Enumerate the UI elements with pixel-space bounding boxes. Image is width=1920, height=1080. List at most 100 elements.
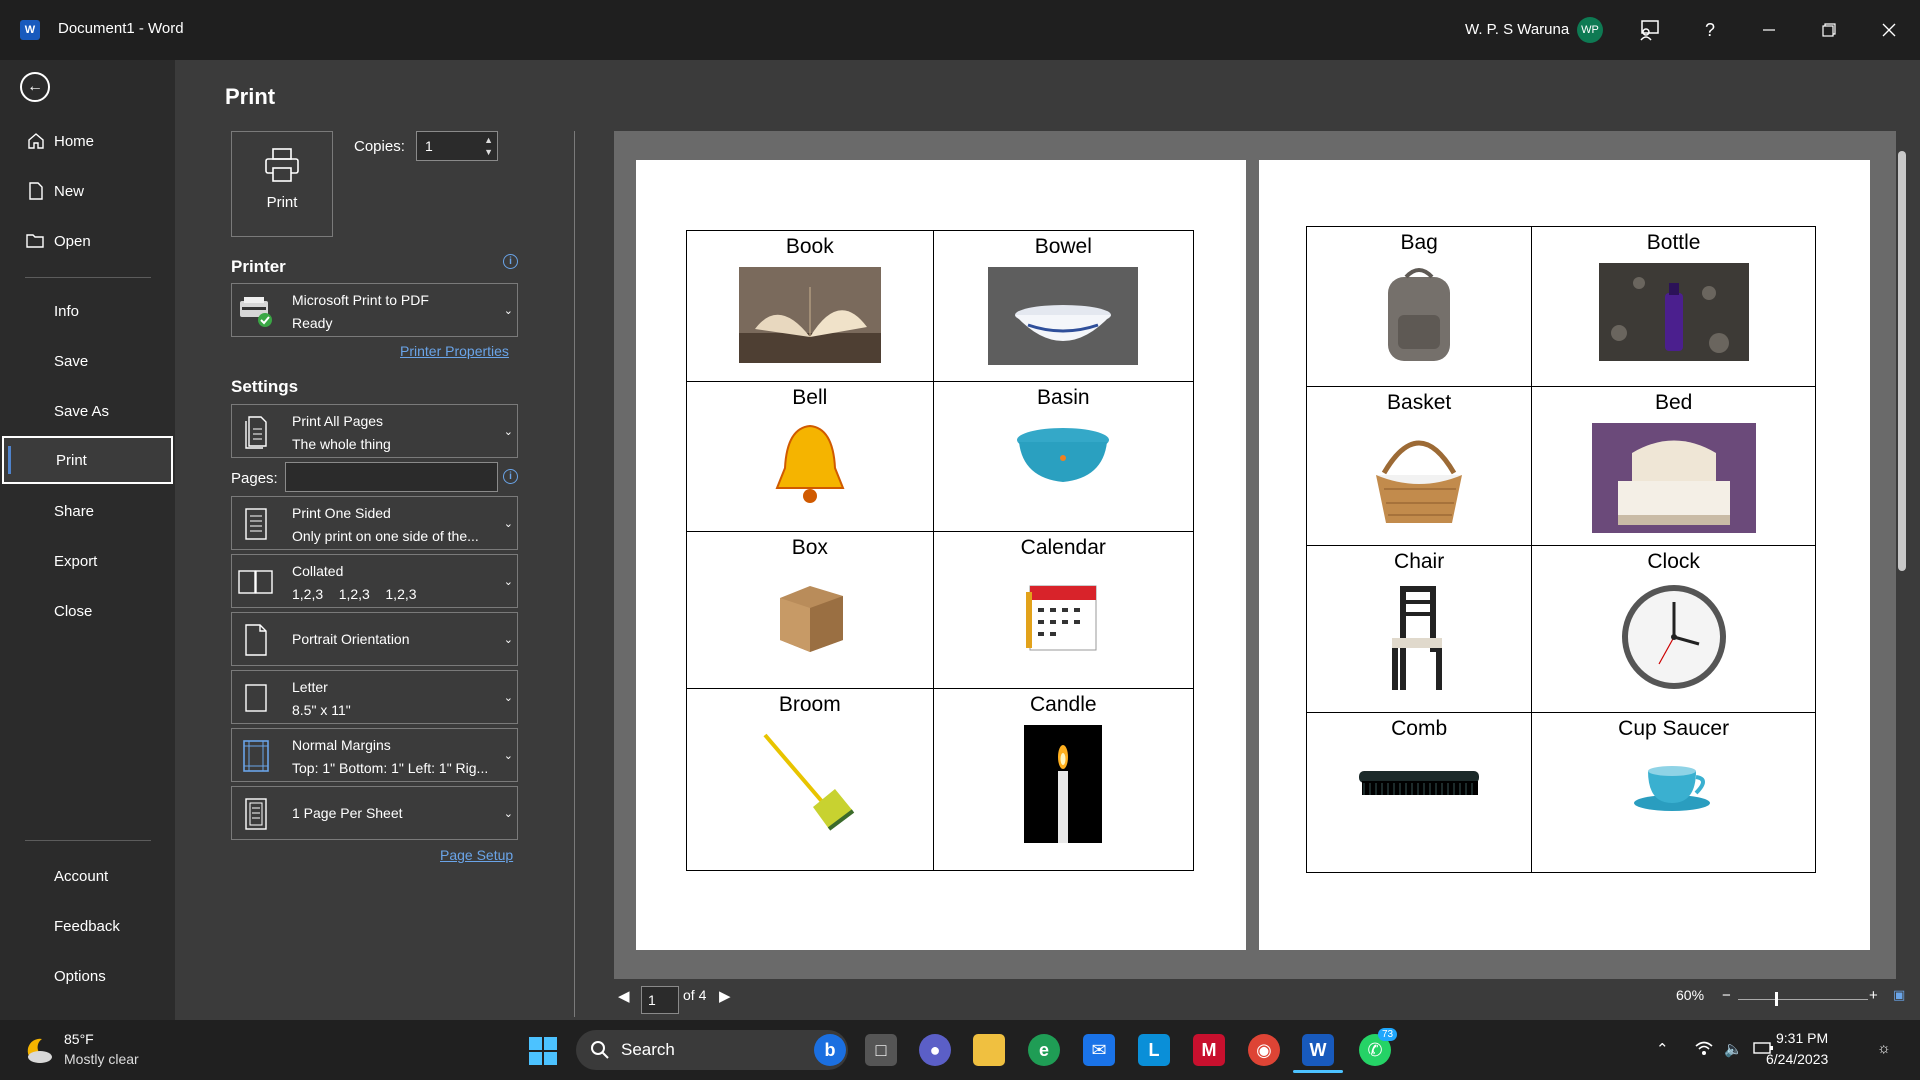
nav-new[interactable]: New xyxy=(2,167,173,215)
paper-size-icon xyxy=(238,680,274,716)
avatar[interactable]: WP xyxy=(1577,17,1603,43)
setting-line1: Normal Margins xyxy=(292,737,391,753)
taskbar-search[interactable] xyxy=(576,1030,848,1070)
print-button[interactable]: Print xyxy=(231,131,333,237)
preview-page-2: Bag Bottle Basket Bed Chair Clock Comb C… xyxy=(1259,160,1870,950)
nav-home[interactable]: Home xyxy=(2,117,173,165)
mail-icon[interactable]: ✉ xyxy=(1083,1034,1115,1066)
nav-export[interactable]: Export xyxy=(2,537,173,585)
info-icon[interactable]: i xyxy=(503,254,518,269)
l-app-icon[interactable]: L xyxy=(1138,1034,1170,1066)
zoom-slider[interactable] xyxy=(1738,999,1868,1000)
orientation-dropdown[interactable]: Portrait Orientation ⌄ xyxy=(231,612,518,666)
active-app-indicator xyxy=(1293,1070,1343,1073)
printer-dropdown[interactable]: Microsoft Print to PDF Ready ⌄ xyxy=(231,283,518,337)
bing-icon[interactable]: b xyxy=(814,1034,846,1066)
printer-status: Ready xyxy=(292,315,333,331)
chevron-up-icon[interactable]: ⌃ xyxy=(1656,1040,1669,1058)
cell-label: Clock xyxy=(1647,550,1700,573)
comments-icon[interactable] xyxy=(1631,12,1667,48)
nav-label: Save xyxy=(54,352,89,370)
nav-save[interactable]: Save xyxy=(2,337,173,385)
printer-properties-link[interactable]: Printer Properties xyxy=(400,343,509,359)
candle-image xyxy=(1024,725,1103,843)
clock-date[interactable]: 6/24/2023 xyxy=(1766,1051,1828,1067)
windows-start-icon[interactable] xyxy=(528,1036,558,1071)
nav-close[interactable]: Close xyxy=(2,587,173,635)
page-number-input[interactable]: 1 xyxy=(641,986,679,1014)
word-taskbar-icon[interactable]: W xyxy=(1302,1034,1334,1066)
setting-line1: Collated xyxy=(292,563,344,579)
paper-size-dropdown[interactable]: Letter 8.5" x 11" ⌄ xyxy=(231,670,518,724)
margins-dropdown[interactable]: Normal Margins Top: 1" Bottom: 1" Left: … xyxy=(231,728,518,782)
clock-time[interactable]: 9:31 PM xyxy=(1776,1030,1828,1046)
table-cell: Clock xyxy=(1531,545,1816,713)
chevron-down-icon: ⌄ xyxy=(503,750,513,762)
print-range-dropdown[interactable]: Print All Pages The whole thing ⌄ xyxy=(231,404,518,458)
cell-label: Bed xyxy=(1654,391,1693,414)
bed-image xyxy=(1591,423,1756,533)
pages-input[interactable] xyxy=(285,462,498,492)
picture-table: Bag Bottle Basket Bed Chair Clock Comb C… xyxy=(1305,226,1816,873)
chrome-icon[interactable]: ◉ xyxy=(1248,1034,1280,1066)
close-button[interactable] xyxy=(1871,12,1907,48)
nav-print[interactable]: Print xyxy=(2,436,173,484)
nav-options[interactable]: Options xyxy=(2,952,173,1000)
collation-dropdown[interactable]: Collated 1,2,3 1,2,3 1,2,3 ⌄ xyxy=(231,554,518,608)
zoom-level[interactable]: 60% xyxy=(1676,987,1704,1003)
previous-page-icon[interactable]: ◀ xyxy=(618,987,630,1005)
new-document-icon xyxy=(26,181,46,201)
pages-per-sheet-dropdown[interactable]: 1 Page Per Sheet ⌄ xyxy=(231,786,518,840)
weather-temperature[interactable]: 85°F xyxy=(64,1031,94,1047)
open-folder-icon xyxy=(26,231,46,251)
copies-spin-icon[interactable]: ▲ ▼ xyxy=(484,134,493,158)
nav-label: Save As xyxy=(54,402,110,420)
nav-label: New xyxy=(54,182,85,200)
setting-line2: 8.5" x 11" xyxy=(292,702,351,718)
weather-icon[interactable] xyxy=(22,1033,56,1072)
print-preview: Book Bowel Bell Basin Box Calendar Broom… xyxy=(614,131,1896,979)
nav-info[interactable]: Info xyxy=(2,287,173,335)
zoom-in-icon[interactable]: + xyxy=(1869,987,1878,1004)
chevron-down-icon: ⌄ xyxy=(503,518,513,530)
nav-save-as[interactable]: Save As xyxy=(2,387,173,435)
teams-chat-icon[interactable]: ● xyxy=(919,1034,951,1066)
notifications-icon[interactable]: ☼ xyxy=(1877,1040,1891,1057)
help-icon[interactable]: ? xyxy=(1692,12,1728,48)
nav-account[interactable]: Account xyxy=(2,852,173,900)
zoom-out-icon[interactable]: − xyxy=(1722,987,1731,1004)
copies-stepper[interactable]: 1 ▲ ▼ xyxy=(416,131,498,161)
table-cell: Basin xyxy=(932,381,1195,532)
preview-scrollbar[interactable] xyxy=(1896,131,1908,979)
user-name[interactable]: W. P. S Waruna xyxy=(1465,21,1569,38)
settings-heading: Settings xyxy=(231,377,299,396)
weather-description[interactable]: Mostly clear xyxy=(64,1051,139,1067)
zoom-to-page-icon[interactable]: ▣ xyxy=(1893,987,1905,1003)
wifi-icon[interactable] xyxy=(1694,1040,1714,1060)
mcafee-icon[interactable]: M xyxy=(1193,1034,1225,1066)
file-explorer-icon[interactable] xyxy=(973,1034,1005,1066)
nav-feedback[interactable]: Feedback xyxy=(2,902,173,950)
volume-icon[interactable]: 🔈 xyxy=(1724,1040,1743,1058)
restore-button[interactable] xyxy=(1811,12,1847,48)
cell-label: Bowel xyxy=(1034,235,1092,258)
setting-line1: 1 Page Per Sheet xyxy=(292,805,403,821)
scrollbar-thumb[interactable] xyxy=(1898,151,1906,571)
next-page-icon[interactable]: ▶ xyxy=(719,987,731,1005)
copies-value: 1 xyxy=(425,138,433,154)
page-setup-link[interactable]: Page Setup xyxy=(440,847,513,863)
nav-label: Options xyxy=(54,967,106,985)
nav-open[interactable]: Open xyxy=(2,217,173,265)
cell-label: Basket xyxy=(1387,391,1452,414)
minimize-button[interactable] xyxy=(1751,12,1787,48)
info-icon[interactable]: i xyxy=(503,469,518,484)
sides-dropdown[interactable]: Print One Sided Only print on one side o… xyxy=(231,496,518,550)
edge-icon[interactable]: e xyxy=(1028,1034,1060,1066)
nav-share[interactable]: Share xyxy=(2,487,173,535)
back-arrow-icon[interactable]: ← xyxy=(20,72,50,102)
cell-label: Calendar xyxy=(1020,536,1106,559)
margins-icon xyxy=(238,738,274,774)
zoom-slider-thumb[interactable] xyxy=(1775,992,1778,1006)
task-view-icon[interactable]: □ xyxy=(865,1034,897,1066)
portrait-icon xyxy=(238,622,274,658)
